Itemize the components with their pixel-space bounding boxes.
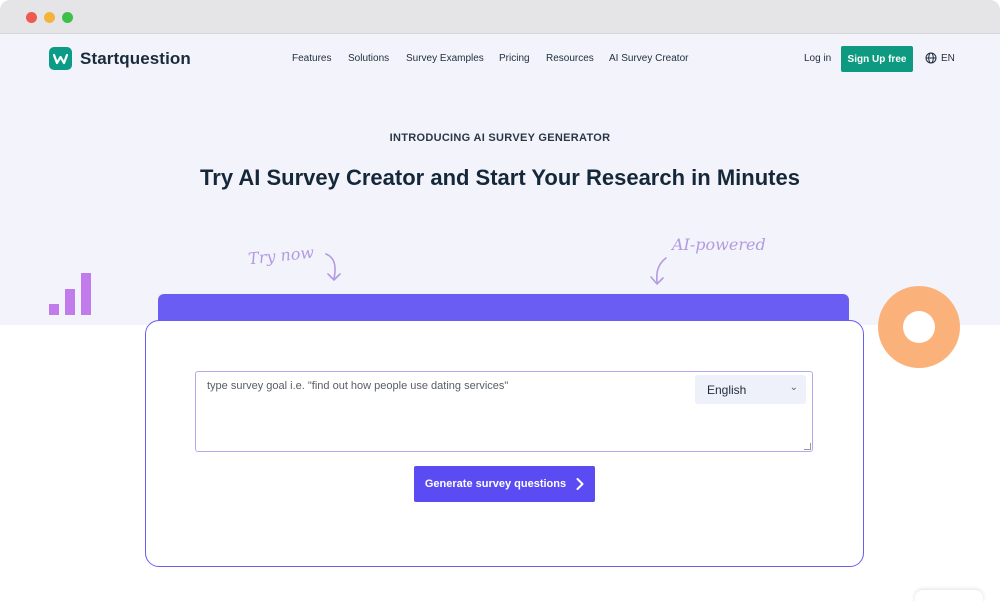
language-select-value: English — [707, 383, 747, 397]
nav-resources[interactable]: Resources — [546, 53, 594, 64]
decorative-donut-shape — [878, 286, 960, 368]
language-select[interactable]: English ⌄ — [695, 375, 806, 404]
arrow-down-icon — [650, 257, 667, 285]
minimize-window-button[interactable] — [44, 12, 55, 23]
nav-pricing[interactable]: Pricing — [499, 53, 530, 64]
generate-button-label: Generate survey questions — [424, 478, 567, 490]
nav-survey-examples[interactable]: Survey Examples — [406, 53, 484, 64]
globe-icon — [925, 52, 937, 64]
window-titlebar — [0, 0, 1000, 34]
decorative-bar-chart-icon — [49, 273, 91, 315]
maximize-window-button[interactable] — [62, 12, 73, 23]
nav-features[interactable]: Features — [292, 53, 331, 64]
nav-ai-survey-creator[interactable]: AI Survey Creator — [609, 53, 688, 64]
login-link[interactable]: Log in — [804, 53, 831, 64]
nav-solutions[interactable]: Solutions — [348, 53, 389, 64]
chat-widget-tab[interactable] — [915, 590, 983, 601]
hero-title: Try AI Survey Creator and Start Your Res… — [200, 165, 800, 190]
chevron-down-icon: ⌄ — [789, 382, 798, 393]
logo-mark-icon — [49, 47, 72, 70]
brand-name: Startquestion — [80, 48, 191, 68]
close-window-button[interactable] — [26, 12, 37, 23]
annotation-ai-powered: AI-powered — [672, 235, 766, 254]
language-code: EN — [941, 52, 955, 64]
chevron-right-icon — [576, 478, 584, 490]
generate-survey-button[interactable]: Generate survey questions — [414, 466, 595, 502]
survey-goal-placeholder: type survey goal i.e. "find out how peop… — [207, 380, 509, 392]
resize-handle[interactable] — [804, 443, 811, 450]
language-switcher[interactable]: EN — [925, 52, 955, 64]
brand-logo[interactable]: Startquestion — [49, 47, 191, 70]
browser-window: Startquestion Features Solutions Survey … — [0, 0, 1000, 601]
signup-button[interactable]: Sign Up free — [841, 46, 913, 72]
arrow-down-icon — [325, 253, 341, 281]
hero-eyebrow: INTRODUCING AI SURVEY GENERATOR — [389, 132, 611, 144]
